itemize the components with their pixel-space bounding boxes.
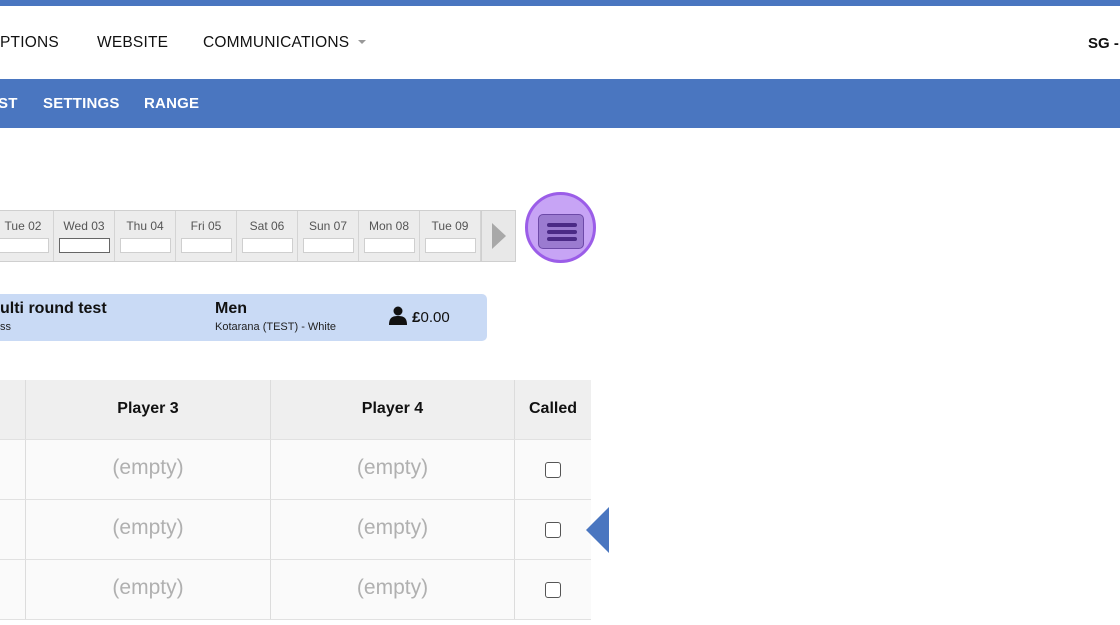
main-nav: PTIONS WEBSITE COMMUNICATIONS SG - bbox=[0, 6, 1120, 79]
price: £0.00 bbox=[388, 305, 450, 326]
player4-slot[interactable]: (empty) bbox=[271, 560, 515, 619]
date-label: Tue 02 bbox=[4, 219, 42, 233]
empty-slot-text: (empty) bbox=[112, 456, 184, 479]
date-cell[interactable]: Sat 06 bbox=[237, 211, 298, 261]
date-cell[interactable]: Tue 09 bbox=[420, 211, 481, 261]
user-menu[interactable]: SG - bbox=[1088, 35, 1119, 52]
subnav-item-list[interactable]: ST bbox=[0, 95, 18, 112]
date-cell[interactable]: Mon 08 bbox=[359, 211, 420, 261]
date-slot-box bbox=[59, 238, 110, 253]
table-cell bbox=[0, 500, 26, 559]
competition-title: ulti round test bbox=[0, 300, 107, 317]
price-value: 0.00 bbox=[420, 309, 450, 326]
header-cell bbox=[0, 380, 26, 439]
player3-slot[interactable]: (empty) bbox=[26, 440, 271, 499]
date-cell-selected[interactable]: Wed 03 bbox=[54, 211, 115, 261]
date-cell[interactable]: Thu 04 bbox=[115, 211, 176, 261]
date-label: Fri 05 bbox=[190, 219, 222, 233]
table-row: (empty) (empty) bbox=[0, 500, 591, 560]
date-slot-box bbox=[120, 238, 171, 253]
empty-slot-text: (empty) bbox=[356, 456, 429, 479]
date-slot-box bbox=[242, 238, 293, 253]
category-label: Men bbox=[215, 300, 247, 317]
date-cell[interactable]: Fri 05 bbox=[176, 211, 237, 261]
date-cell[interactable]: Tue 02 bbox=[0, 211, 54, 261]
header-called: Called bbox=[528, 400, 577, 417]
course-label: Kotarana (TEST) - White bbox=[215, 321, 337, 333]
competition-info-panel: ulti round test ss Men Kotarana (TEST) -… bbox=[0, 294, 487, 341]
dropdown-caret-icon bbox=[358, 40, 367, 44]
sub-nav: ST SETTINGS RANGE bbox=[0, 79, 1120, 128]
called-checkbox[interactable] bbox=[545, 582, 561, 598]
hamburger-menu-button[interactable] bbox=[525, 192, 596, 263]
date-label: Sat 06 bbox=[249, 219, 285, 233]
date-label: Tue 09 bbox=[431, 219, 469, 233]
header-cell: Player 3 bbox=[26, 380, 271, 439]
player4-slot[interactable]: (empty) bbox=[271, 440, 515, 499]
person-icon bbox=[389, 306, 407, 325]
date-slot-box bbox=[303, 238, 354, 253]
table-row: (empty) (empty) bbox=[0, 560, 591, 620]
competition-subtitle: ss bbox=[0, 321, 11, 333]
player4-slot[interactable]: (empty) bbox=[271, 500, 515, 559]
menu-bar bbox=[547, 223, 577, 227]
date-label: Thu 04 bbox=[126, 219, 164, 233]
nav-item-communications-label: COMMUNICATIONS bbox=[203, 34, 350, 51]
pointer-arrow-icon bbox=[586, 507, 609, 553]
date-slot-box bbox=[181, 238, 232, 253]
next-dates-button[interactable] bbox=[481, 211, 515, 261]
header-player3: Player 3 bbox=[117, 400, 179, 417]
empty-slot-text: (empty) bbox=[112, 516, 184, 539]
called-checkbox[interactable] bbox=[545, 462, 561, 478]
header-cell: Player 4 bbox=[271, 380, 515, 439]
called-cell bbox=[515, 560, 591, 619]
subnav-item-settings[interactable]: SETTINGS bbox=[43, 95, 120, 112]
player3-slot[interactable]: (empty) bbox=[26, 560, 271, 619]
subnav-item-range[interactable]: RANGE bbox=[144, 95, 199, 112]
hamburger-menu-icon bbox=[538, 214, 584, 249]
header-cell: Called bbox=[515, 380, 591, 439]
date-slot-box bbox=[364, 238, 415, 253]
date-slot-box bbox=[425, 238, 476, 253]
menu-bar bbox=[547, 230, 577, 234]
date-slot-box bbox=[0, 238, 49, 253]
called-cell bbox=[515, 440, 591, 499]
date-label: Wed 03 bbox=[63, 219, 105, 233]
nav-item-website[interactable]: WEBSITE bbox=[97, 34, 168, 52]
nav-item-options[interactable]: PTIONS bbox=[0, 34, 59, 52]
menu-bar bbox=[547, 237, 577, 241]
empty-slot-text: (empty) bbox=[356, 576, 429, 599]
empty-slot-text: (empty) bbox=[356, 516, 429, 539]
called-cell bbox=[515, 500, 591, 559]
table-cell bbox=[0, 560, 26, 619]
header-player4: Player 4 bbox=[361, 400, 424, 417]
date-cell[interactable]: Sun 07 bbox=[298, 211, 359, 261]
table-cell bbox=[0, 440, 26, 499]
date-strip: Tue 02 Wed 03 Thu 04 Fri 05 Sat 06 Sun 0… bbox=[0, 210, 516, 262]
currency-symbol: £ bbox=[412, 309, 421, 326]
empty-slot-text: (empty) bbox=[112, 576, 184, 599]
date-label: Sun 07 bbox=[308, 219, 348, 233]
table-row: (empty) (empty) bbox=[0, 440, 591, 500]
chevron-right-icon bbox=[492, 223, 506, 249]
called-checkbox[interactable] bbox=[545, 522, 561, 538]
date-label: Mon 08 bbox=[368, 219, 410, 233]
player3-slot[interactable]: (empty) bbox=[26, 500, 271, 559]
table-header-row: Player 3 Player 4 Called bbox=[0, 380, 591, 440]
nav-item-communications[interactable]: COMMUNICATIONS bbox=[203, 34, 367, 52]
